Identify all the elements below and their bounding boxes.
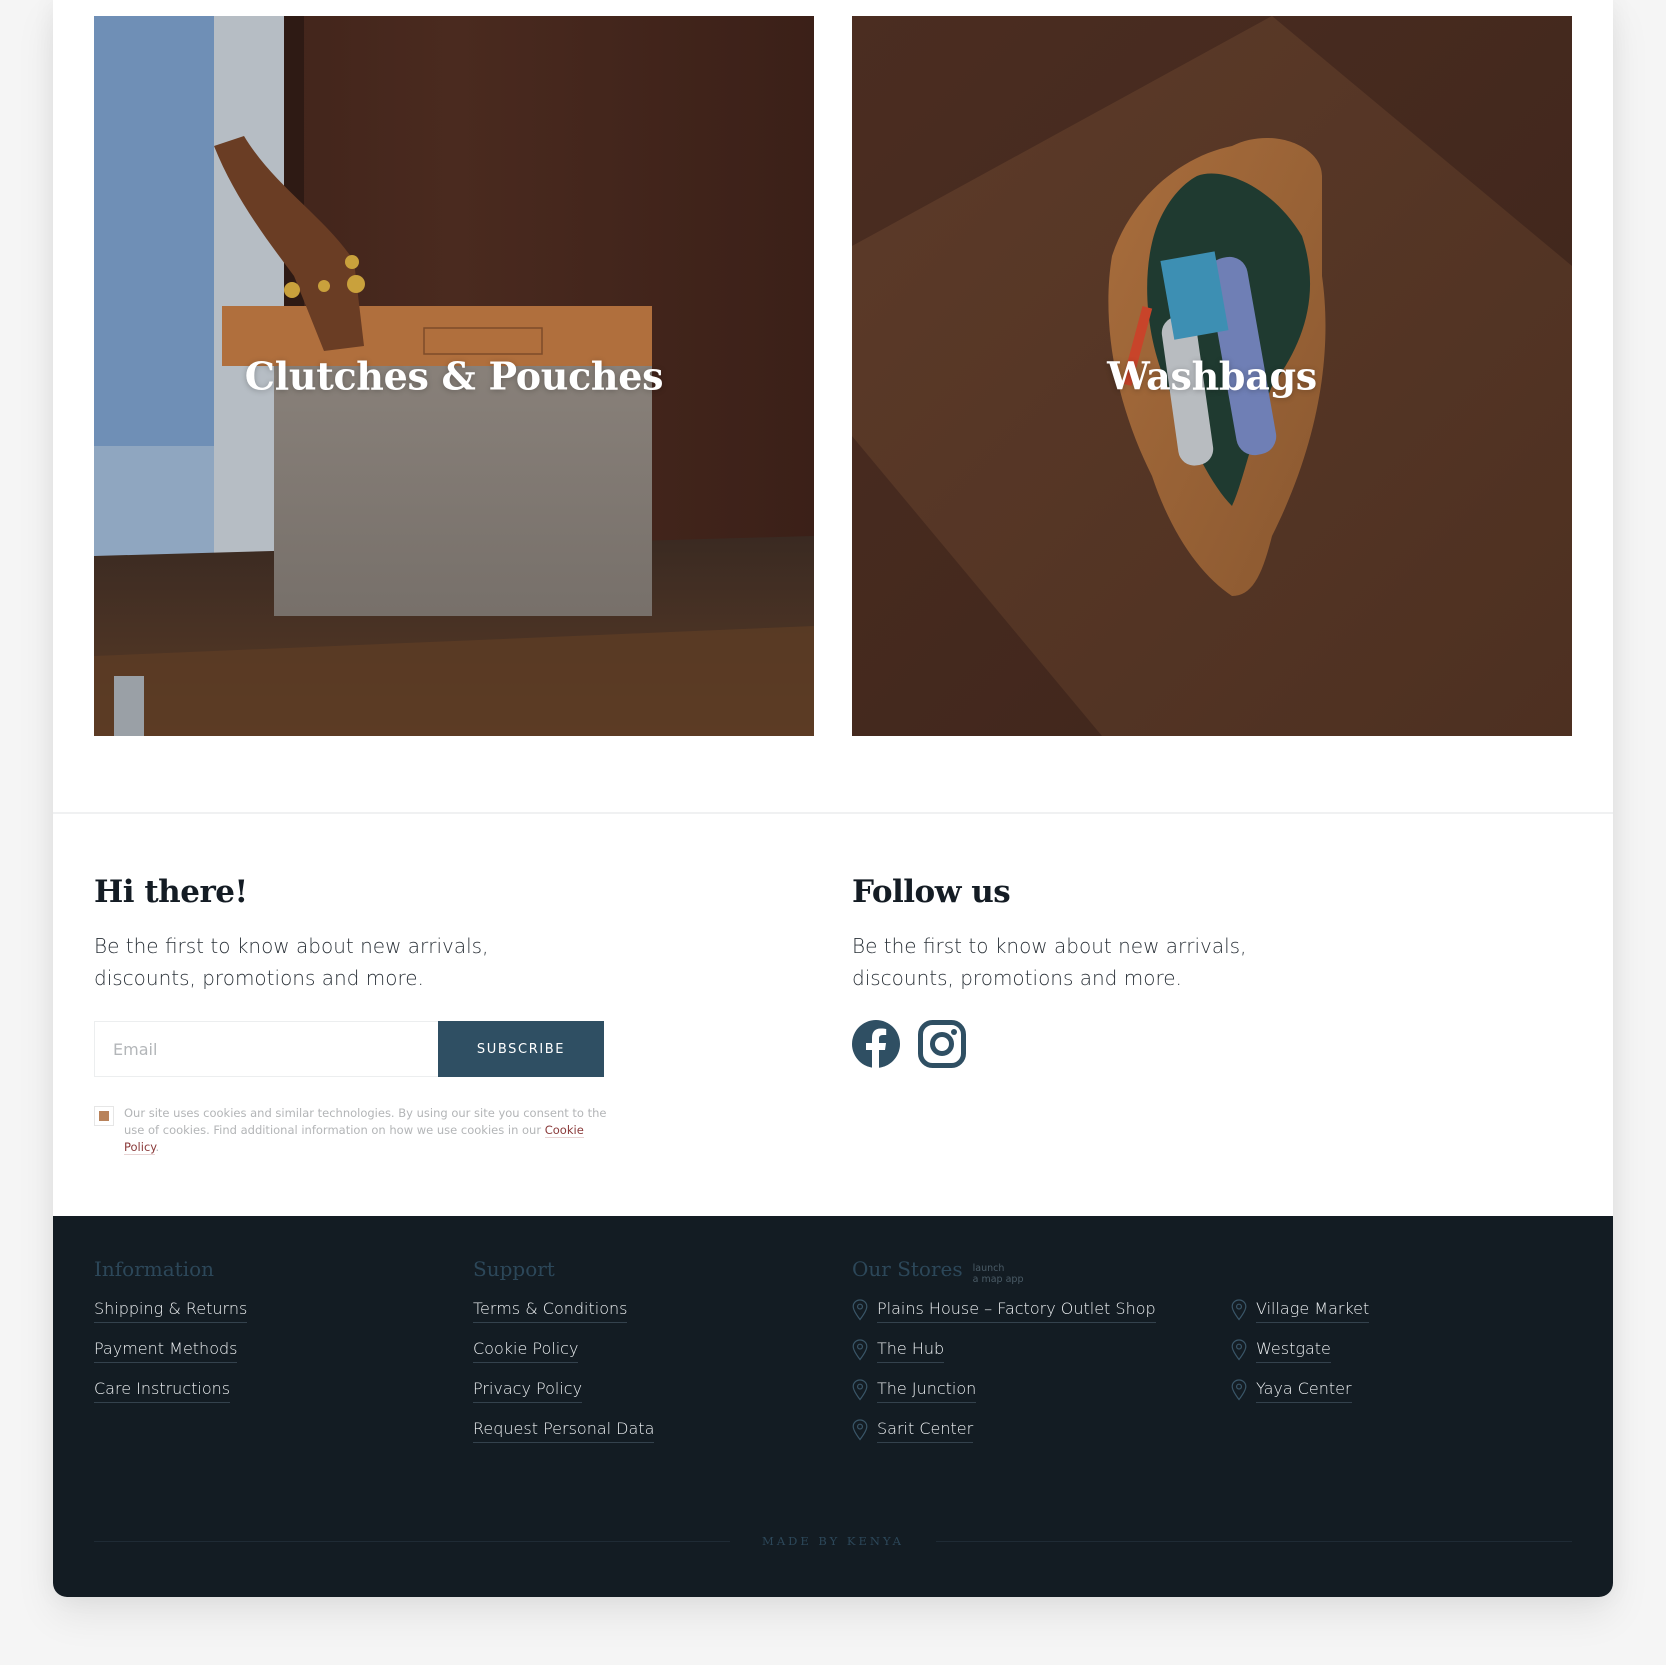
stores-list-1: Plains House – Factory Outlet Shop The H… [852,1299,1156,1459]
facebook-link[interactable] [852,1020,900,1068]
category-title: Washbags [1107,353,1317,399]
map-pin-icon [852,1379,868,1401]
store-item: Westgate [1231,1339,1369,1379]
consent-body: Our site uses cookies and similar techno… [124,1106,607,1137]
heading-text: Support [473,1257,555,1281]
follow-heading: Follow us [852,874,1011,910]
store-village-market-link[interactable]: Village Market [1256,1299,1370,1323]
footer-stores: Our Stores launch a map app Plains House … [852,1257,1156,1459]
care-instructions-link[interactable]: Care Instructions [94,1379,231,1403]
map-app-text: a map app [972,1274,1024,1285]
category-card-clutches-pouches[interactable]: Clutches & Pouches [94,16,814,736]
consent-end: . [155,1140,160,1154]
email-input[interactable] [94,1021,438,1077]
map-pin-icon [852,1419,868,1441]
map-pin-icon [852,1299,868,1321]
heading-text: Our Stores [852,1257,963,1281]
consent-text: Our site uses cookies and similar techno… [124,1105,614,1156]
store-item: The Hub [852,1339,1156,1379]
launch-text: launch [972,1263,1005,1274]
payment-methods-link[interactable]: Payment Methods [94,1339,238,1363]
map-pin-icon [1231,1299,1247,1321]
cookie-policy-footer-link[interactable]: Cookie Policy [473,1339,579,1363]
social-links [852,1020,966,1068]
footer-information: Information Shipping & Returns Payment M… [94,1257,248,1419]
list-item: Care Instructions [94,1379,247,1419]
support-links: Terms & Conditions Cookie Policy Privacy… [473,1299,655,1459]
newsletter-form: SUBSCRIBE [94,1021,604,1077]
category-title: Clutches & Pouches [244,353,664,399]
instagram-link[interactable] [918,1020,966,1068]
store-yaya-center-link[interactable]: Yaya Center [1256,1379,1352,1403]
checkbox-checked-mark [99,1111,109,1121]
section-divider [53,812,1613,814]
list-item: Payment Methods [94,1339,247,1379]
terms-conditions-link[interactable]: Terms & Conditions [473,1299,628,1323]
made-by-kenya: MADE BY KENYA [94,1534,1572,1548]
map-pin-icon [1231,1379,1247,1401]
footer-support: Support Terms & Conditions Cookie Policy… [473,1257,655,1459]
stores-list-2: Village Market Westgate Yaya Center [1231,1299,1370,1419]
store-sarit-center-link[interactable]: Sarit Center [877,1419,974,1443]
divider-line [935,1540,1572,1542]
privacy-policy-link[interactable]: Privacy Policy [473,1379,583,1403]
made-by-text: MADE BY KENYA [762,1534,904,1548]
store-plains-house-link[interactable]: Plains House – Factory Outlet Shop [877,1299,1156,1323]
store-item: Village Market [1231,1299,1370,1339]
footer-heading-information: Information [94,1257,247,1287]
store-item: Plains House – Factory Outlet Shop [852,1299,1156,1339]
newsletter-heading: Hi there! [94,874,248,910]
list-item: Request Personal Data [473,1419,655,1459]
cookie-consent: Our site uses cookies and similar techno… [94,1105,614,1156]
store-the-junction-link[interactable]: The Junction [877,1379,977,1403]
consent-checkbox[interactable] [94,1106,114,1126]
information-links: Shipping & Returns Payment Methods Care … [94,1299,248,1419]
launch-map-app-link[interactable]: launch a map app [973,1263,1024,1285]
facebook-icon [852,1020,900,1068]
page-frame: Clutches & Pouches Washbags Hi there! Be… [53,0,1613,1597]
map-pin-icon [1231,1339,1247,1361]
footer-heading-support: Support [473,1257,654,1287]
map-pin-icon [852,1339,868,1361]
store-item: Yaya Center [1231,1379,1369,1419]
site-footer: Information Shipping & Returns Payment M… [53,1216,1613,1597]
footer-stores-col2: Village Market Westgate Yaya Center [1231,1299,1370,1419]
heading-text: Information [94,1257,215,1281]
follow-text: Be the first to know about new arrivals,… [852,934,1247,990]
list-item: Shipping & Returns [94,1299,248,1339]
newsletter-text: Be the first to know about new arrivals,… [94,934,489,990]
divider-line [94,1540,731,1542]
footer-heading-stores: Our Stores launch a map app [852,1257,1156,1287]
store-westgate-link[interactable]: Westgate [1256,1339,1331,1363]
store-item: The Junction [852,1379,1156,1419]
instagram-icon [918,1020,966,1068]
shipping-returns-link[interactable]: Shipping & Returns [94,1299,248,1323]
subscribe-button[interactable]: SUBSCRIBE [438,1021,604,1077]
store-the-hub-link[interactable]: The Hub [877,1339,945,1363]
category-card-washbags[interactable]: Washbags [852,16,1572,736]
request-personal-data-link[interactable]: Request Personal Data [473,1419,655,1443]
list-item: Terms & Conditions [473,1299,654,1339]
store-item: Sarit Center [852,1419,1156,1459]
list-item: Privacy Policy [473,1379,654,1419]
list-item: Cookie Policy [473,1339,654,1379]
